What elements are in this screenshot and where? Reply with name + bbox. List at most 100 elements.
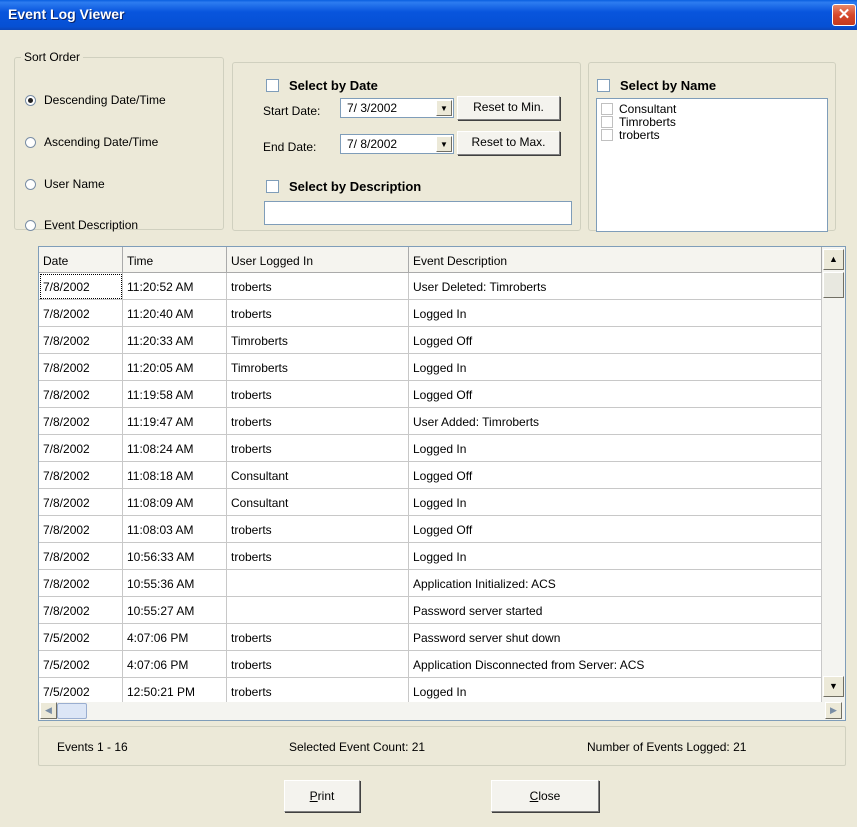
- table-row[interactable]: 7/8/2002 11:08:24 AM troberts Logged In: [39, 435, 822, 462]
- sort-option[interactable]: Event Description: [25, 218, 138, 232]
- cell-time: 11:20:33 AM: [123, 327, 227, 354]
- scroll-down-icon[interactable]: ▼: [823, 676, 844, 697]
- select-by-date-label: Select by Date: [289, 78, 378, 93]
- select-by-description-label: Select by Description: [289, 179, 422, 194]
- radio-button[interactable]: [25, 136, 36, 148]
- cell-user: troberts: [227, 381, 409, 408]
- radio-button[interactable]: [25, 178, 36, 190]
- table-row[interactable]: 7/8/2002 11:08:18 AM Consultant Logged Off: [39, 462, 822, 489]
- select-by-date-row[interactable]: Select by Date: [266, 78, 378, 93]
- scroll-right-icon[interactable]: ▶: [825, 702, 842, 719]
- cell-description: Password server shut down: [409, 624, 822, 651]
- sort-option[interactable]: Ascending Date/Time: [25, 135, 158, 149]
- cell-date: 7/8/2002: [39, 543, 123, 570]
- cell-time: 11:08:09 AM: [123, 489, 227, 516]
- print-accel: P: [309, 789, 318, 803]
- table-row[interactable]: 7/8/2002 11:20:40 AM troberts Logged In: [39, 300, 822, 327]
- table-row[interactable]: 7/8/2002 11:20:33 AM Timroberts Logged Off: [39, 327, 822, 354]
- sort-option[interactable]: User Name: [25, 177, 105, 191]
- table-row[interactable]: 7/8/2002 11:19:47 AM troberts User Added: T…: [39, 408, 822, 435]
- radio-button[interactable]: [25, 219, 36, 231]
- select-by-description-row[interactable]: Select by Description: [266, 179, 421, 194]
- cell-time: 12:50:21 PM: [123, 678, 227, 705]
- scroll-left-icon[interactable]: ◀: [40, 702, 57, 719]
- horizontal-scroll-thumb[interactable]: [57, 703, 87, 719]
- name-list-item[interactable]: Consultant: [597, 101, 827, 116]
- column-header-description[interactable]: Event Description: [409, 247, 822, 273]
- select-by-name-row[interactable]: Select by Name: [597, 78, 716, 93]
- cell-date: 7/8/2002: [39, 300, 123, 327]
- cell-time: 11:19:58 AM: [123, 381, 227, 408]
- event-grid[interactable]: Date Time User Logged In Event Descripti…: [38, 246, 846, 721]
- window-title: Event Log Viewer: [8, 6, 125, 22]
- table-row[interactable]: 7/5/2002 4:07:06 PM troberts Password serve…: [39, 624, 822, 651]
- table-row[interactable]: 7/5/2002 12:50:21 PM troberts Logged In: [39, 678, 822, 705]
- cell-date: 7/8/2002: [39, 408, 123, 435]
- status-bar: Events 1 - 16 Selected Event Count: 21 N…: [38, 726, 846, 766]
- reset-to-min-button[interactable]: Reset to Min.: [457, 96, 560, 120]
- close-button[interactable]: Close: [491, 780, 599, 812]
- cell-date: 7/8/2002: [39, 462, 123, 489]
- column-header-date[interactable]: Date: [39, 247, 123, 273]
- table-row[interactable]: 7/8/2002 11:20:05 AM Timroberts Logged In: [39, 354, 822, 381]
- cell-time: 10:55:36 AM: [123, 570, 227, 597]
- end-date-label: End Date:: [263, 140, 317, 154]
- table-row[interactable]: 7/8/2002 11:20:52 AM troberts User Deleted:…: [39, 273, 822, 300]
- table-row[interactable]: 7/8/2002 10:56:33 AM troberts Logged In: [39, 543, 822, 570]
- horizontal-scrollbar[interactable]: ◀ ▶: [39, 702, 845, 720]
- scroll-up-icon[interactable]: ▲: [823, 249, 844, 270]
- table-row[interactable]: 7/8/2002 10:55:36 AM Application Initializ…: [39, 570, 822, 597]
- cell-user: [227, 597, 409, 624]
- name-list[interactable]: Consultant Timroberts troberts: [596, 98, 828, 232]
- cell-description: Logged In: [409, 354, 822, 381]
- name-checkbox[interactable]: [601, 115, 613, 128]
- name-list-item[interactable]: Timroberts: [597, 115, 827, 129]
- table-row[interactable]: 7/8/2002 11:08:03 AM troberts Logged Off: [39, 516, 822, 543]
- column-header-time[interactable]: Time: [123, 247, 227, 273]
- print-button[interactable]: Print: [284, 780, 360, 812]
- cell-time: 11:20:05 AM: [123, 354, 227, 381]
- window-close-button[interactable]: ✕: [832, 4, 856, 26]
- start-date-dropdown-icon[interactable]: ▼: [436, 100, 452, 116]
- cell-user: [227, 570, 409, 597]
- cell-time: 4:07:06 PM: [123, 624, 227, 651]
- reset-to-max-button[interactable]: Reset to Max.: [457, 131, 560, 155]
- cell-date: 7/5/2002: [39, 651, 123, 678]
- events-range-text: Events 1 - 16: [57, 740, 128, 754]
- cell-user: troberts: [227, 678, 409, 705]
- sort-option-label: Event Description: [44, 218, 139, 232]
- name-list-item[interactable]: troberts: [597, 128, 827, 142]
- cell-time: 11:08:18 AM: [123, 462, 227, 489]
- name-checkbox[interactable]: [601, 128, 613, 141]
- table-row[interactable]: 7/8/2002 11:19:58 AM troberts Logged Off: [39, 381, 822, 408]
- cell-time: 4:07:06 PM: [123, 651, 227, 678]
- vertical-scrollbar[interactable]: ▲ ▼: [822, 247, 845, 702]
- cell-time: 11:20:52 AM: [123, 273, 227, 300]
- table-row[interactable]: 7/5/2002 4:07:06 PM troberts Application Di…: [39, 651, 822, 678]
- end-date-picker[interactable]: 7/ 8/2002 ▼: [340, 134, 454, 154]
- cell-user: troberts: [227, 543, 409, 570]
- end-date-dropdown-icon[interactable]: ▼: [436, 136, 452, 152]
- table-row[interactable]: 7/8/2002 11:08:09 AM Consultant Logged In: [39, 489, 822, 516]
- end-date-value: 7/ 8/2002: [347, 137, 398, 151]
- select-by-description-checkbox[interactable]: [266, 180, 279, 193]
- select-by-name-checkbox[interactable]: [597, 79, 610, 92]
- table-row[interactable]: 7/8/2002 10:55:27 AM Password server start…: [39, 597, 822, 624]
- cell-user: troberts: [227, 435, 409, 462]
- cell-user: Consultant: [227, 462, 409, 489]
- radio-button[interactable]: [25, 94, 36, 106]
- sort-option[interactable]: Descending Date/Time: [25, 93, 166, 107]
- name-checkbox[interactable]: [601, 102, 613, 115]
- cell-time: 11:19:47 AM: [123, 408, 227, 435]
- select-by-date-checkbox[interactable]: [266, 79, 279, 92]
- cell-description: User Deleted: Timroberts: [409, 273, 822, 300]
- cell-description: Logged Off: [409, 462, 822, 489]
- column-header-user[interactable]: User Logged In: [227, 247, 409, 273]
- print-label: rint: [317, 789, 335, 803]
- start-date-picker[interactable]: 7/ 3/2002 ▼: [340, 98, 454, 118]
- name-label: Consultant: [619, 101, 677, 116]
- close-label: lose: [538, 789, 561, 803]
- description-input[interactable]: [264, 201, 572, 225]
- cell-user: Timroberts: [227, 327, 409, 354]
- vertical-scroll-thumb[interactable]: [823, 272, 844, 298]
